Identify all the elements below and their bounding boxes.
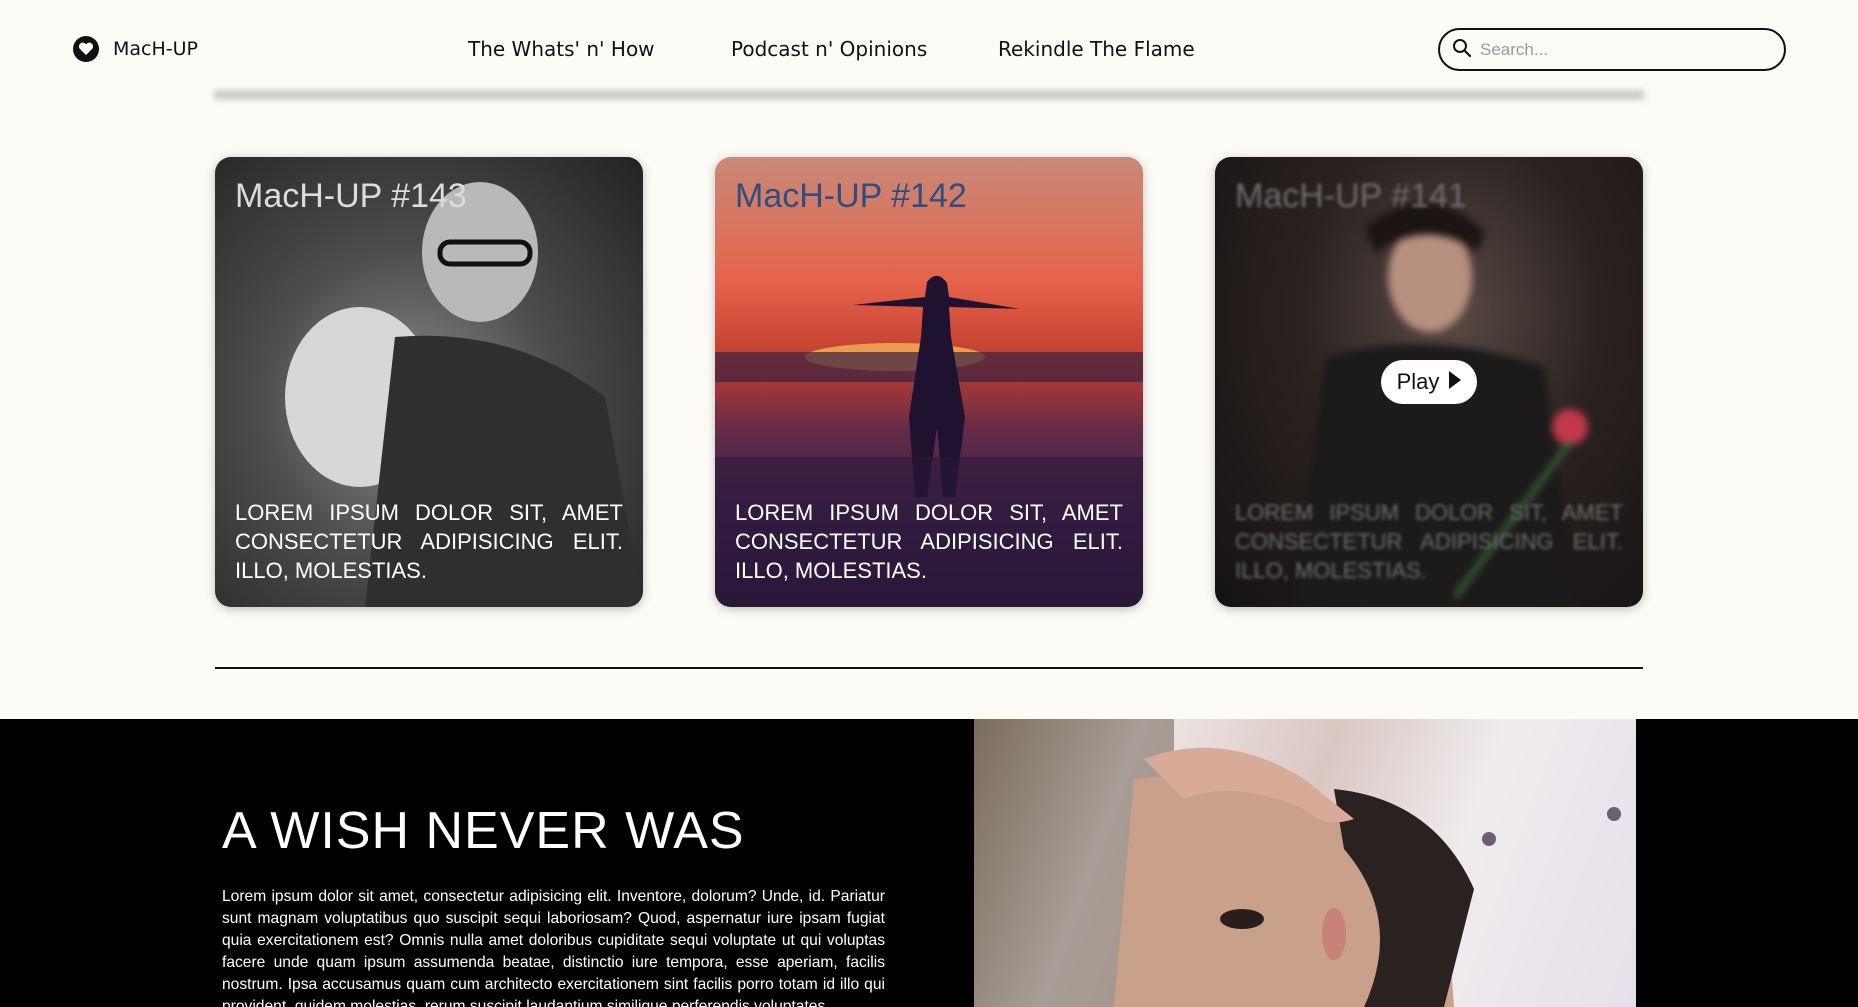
play-icon: [1449, 369, 1462, 395]
card-title: MacH-UP #143: [235, 177, 467, 215]
heart-icon: [73, 36, 99, 62]
search-input[interactable]: [1480, 39, 1760, 60]
nav-rekindle-the-flame[interactable]: Rekindle The Flame: [998, 37, 1195, 61]
site-header: MacH-UP The Whats' n' How Podcast n' Opi…: [0, 0, 1858, 100]
feature-section: A WISH NEVER WAS Lorem ipsum dolor sit a…: [0, 719, 1858, 1007]
feature-body: Lorem ipsum dolor sit amet, consectetur …: [222, 888, 885, 1007]
feature-photo: [974, 719, 1636, 1007]
card-title: MacH-UP #142: [735, 177, 967, 215]
brand-name: MacH-UP: [113, 38, 198, 60]
brand-logo[interactable]: MacH-UP: [73, 36, 198, 62]
episode-card-143[interactable]: MacH-UP #143 LOREM IPSUM DOLOR SIT, AMET…: [215, 157, 643, 607]
nav-podcast-n-opinions[interactable]: Podcast n' Opinions: [731, 37, 927, 61]
scrolled-subheading-ghost: [214, 38, 484, 60]
card-title: MacH-UP #141: [1235, 177, 1467, 215]
episode-card-141[interactable]: MacH-UP #141 Play LOREM IPSUM DOLOR SIT,…: [1215, 157, 1643, 607]
episode-card-142[interactable]: MacH-UP #142 LOREM IPSUM DOLOR SIT, AMET…: [715, 157, 1143, 607]
feature-title: A WISH NEVER WAS: [222, 802, 745, 860]
play-button[interactable]: Play: [1381, 360, 1477, 404]
play-label: Play: [1396, 369, 1440, 394]
nav-whats-n-how[interactable]: The Whats' n' How: [468, 37, 655, 61]
scrolled-heading-ghost: [214, 0, 231, 34]
card-description: LOREM IPSUM DOLOR SIT, AMET CONSECTETUR …: [235, 500, 623, 583]
card-description: LOREM IPSUM DOLOR SIT, AMET CONSECTETUR …: [735, 500, 1123, 583]
card-description: LOREM IPSUM DOLOR SIT, AMET CONSECTETUR …: [1235, 500, 1623, 583]
search-box[interactable]: [1438, 28, 1786, 71]
man-portrait-photo: [974, 719, 1621, 1007]
scrolled-rule-ghost: [214, 90, 1644, 100]
search-icon: [1452, 38, 1472, 62]
section-divider: [215, 667, 1643, 669]
